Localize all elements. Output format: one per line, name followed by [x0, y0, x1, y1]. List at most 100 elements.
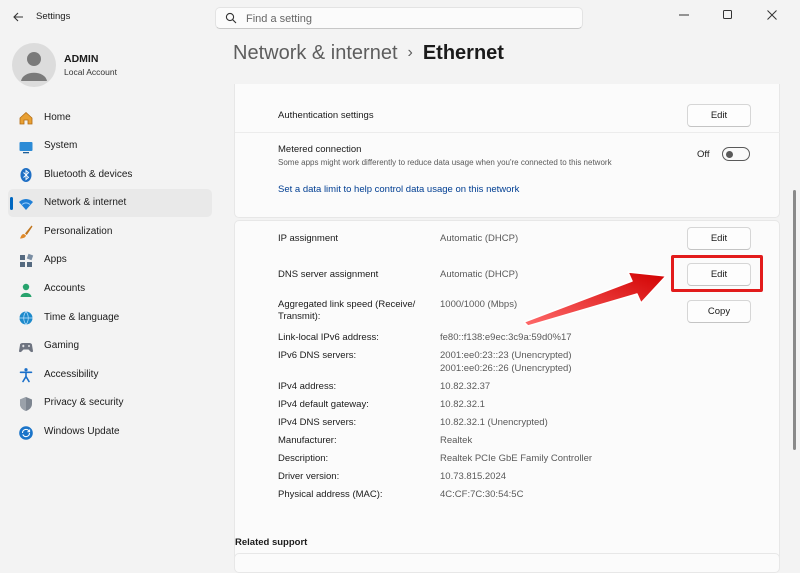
driver-version-label: Driver version:	[278, 471, 340, 482]
bluetooth-icon	[20, 168, 32, 183]
authentication-settings-label: Authentication settings	[278, 110, 374, 121]
mac-address-value: 4C:CF:7C:30:54:5C	[440, 489, 524, 500]
ipv6-dns-value: 2001:ee0:23::23 (Unencrypted)	[440, 350, 572, 361]
search-icon	[225, 12, 237, 24]
minimize-button[interactable]	[662, 2, 706, 28]
sidebar-item-label: Network & internet	[44, 197, 127, 209]
sidebar-item-home[interactable]: Home	[8, 103, 212, 132]
sidebar-item-time-language[interactable]: Time & language	[8, 303, 212, 332]
search-box[interactable]	[215, 7, 583, 29]
shield-icon	[20, 396, 32, 411]
sidebar-item-label: Home	[44, 111, 71, 123]
breadcrumb: Network & internet › Ethernet	[233, 42, 504, 65]
sidebar-item-windows-update[interactable]: Windows Update	[8, 418, 212, 447]
dns-assignment-label: DNS server assignment	[278, 269, 379, 280]
gateway-value: 10.82.32.1	[440, 399, 485, 410]
maximize-button[interactable]	[706, 2, 750, 28]
sidebar-nav: Home System Bluetooth & devices Network …	[8, 103, 214, 446]
ipv6-local-value: fe80::f138:e9ec:3c9a:59d0%17	[440, 332, 572, 343]
dns-assignment-value: Automatic (DHCP)	[440, 269, 519, 280]
sidebar-item-label: Accounts	[44, 283, 86, 295]
windows-update-icon	[19, 425, 33, 440]
driver-version-value: 10.73.815.2024	[440, 471, 507, 482]
connection-settings-card: Authentication settings Edit Metered con…	[234, 84, 780, 218]
sidebar-item-label: Bluetooth & devices	[44, 168, 133, 180]
app-title: Settings	[36, 11, 71, 22]
back-button[interactable]	[6, 6, 32, 28]
user-name: ADMIN	[64, 53, 99, 65]
sidebar-item-label: Apps	[44, 254, 67, 266]
scrollbar-thumb[interactable]	[793, 190, 796, 450]
back-arrow-icon	[13, 12, 23, 22]
manufacturer-label: Manufacturer:	[278, 435, 337, 446]
description-value: Realtek PCIe GbE Family Controller	[440, 453, 593, 464]
annotation-arrow-icon	[523, 271, 667, 327]
user-profile[interactable]: ADMIN Local Account	[12, 43, 212, 91]
system-icon	[19, 141, 33, 153]
gaming-icon	[19, 342, 33, 352]
brush-icon	[20, 225, 33, 239]
metered-toggle-state: Off	[697, 149, 710, 160]
search-input[interactable]	[244, 10, 568, 28]
sidebar-item-personalization[interactable]: Personalization	[8, 217, 212, 246]
close-icon	[767, 10, 777, 20]
sidebar-item-system[interactable]: System	[8, 132, 212, 161]
sidebar-item-label: Windows Update	[44, 426, 120, 438]
sidebar-item-gaming[interactable]: Gaming	[8, 332, 212, 361]
annotation-highlight-box	[671, 255, 763, 292]
sidebar-item-label: Gaming	[44, 340, 80, 352]
network-icon	[19, 198, 33, 210]
metered-connection-toggle[interactable]	[722, 147, 750, 161]
page-title: Ethernet	[422, 42, 504, 64]
link-speed-label: Aggregated link speed (Receive/	[278, 299, 416, 310]
sidebar-item-bluetooth[interactable]: Bluetooth & devices	[8, 160, 212, 189]
ipv4-address-value: 10.82.32.37	[440, 381, 491, 392]
user-avatar-icon	[21, 52, 47, 81]
manufacturer-value: Realtek	[440, 435, 473, 446]
breadcrumb-parent[interactable]: Network & internet	[233, 42, 398, 64]
data-limit-link[interactable]: Set a data limit to help control data us…	[278, 184, 519, 195]
title-bar: Settings	[0, 0, 800, 36]
sidebar-item-apps[interactable]: Apps	[8, 246, 212, 275]
apps-icon	[20, 253, 34, 267]
ipv6-local-label: Link-local IPv6 address:	[278, 332, 379, 343]
ipv4-address-label: IPv4 address:	[278, 381, 337, 392]
divider	[235, 132, 780, 133]
sidebar-item-accessibility[interactable]: Accessibility	[8, 360, 212, 389]
accessibility-icon	[19, 368, 33, 383]
sidebar-item-label: Privacy & security	[44, 397, 124, 409]
sidebar-item-accounts[interactable]: Accounts	[8, 275, 212, 304]
description-label: Description:	[278, 453, 329, 464]
ip-assignment-label: IP assignment	[278, 233, 339, 244]
avatar	[12, 43, 56, 87]
accounts-icon	[20, 283, 32, 297]
sidebar-item-label: System	[44, 140, 78, 152]
ip-assignment-value: Automatic (DHCP)	[440, 233, 519, 244]
sidebar-item-label: Accessibility	[44, 368, 99, 380]
sidebar-item-label: Personalization	[44, 225, 113, 237]
metered-connection-label: Metered connection	[278, 144, 362, 155]
related-support-card[interactable]	[234, 553, 780, 573]
breadcrumb-separator: ›	[407, 44, 413, 61]
related-support-heading: Related support	[235, 537, 308, 548]
account-type: Local Account	[64, 67, 117, 77]
time-language-icon	[19, 311, 33, 325]
close-button[interactable]	[750, 2, 794, 28]
settings-content: Authentication settings Edit Metered con…	[234, 84, 780, 567]
toggle-knob	[726, 150, 733, 158]
link-speed-value: 1000/1000 (Mbps)	[440, 299, 518, 310]
home-icon	[19, 111, 33, 125]
ip-assignment-edit-button[interactable]: Edit	[687, 227, 751, 250]
minimize-icon	[679, 14, 689, 16]
sidebar-item-privacy-security[interactable]: Privacy & security	[8, 389, 212, 418]
sidebar-item-network[interactable]: Network & internet	[8, 188, 212, 218]
ipv6-dns-value-2: 2001:ee0:26::26 (Unencrypted)	[440, 363, 572, 374]
sidebar-item-label: Time & language	[44, 311, 120, 323]
ipv4-dns-label: IPv4 DNS servers:	[278, 417, 357, 428]
copy-button[interactable]: Copy	[687, 300, 751, 323]
ipv6-dns-label: IPv6 DNS servers:	[278, 350, 357, 361]
authentication-edit-button[interactable]: Edit	[687, 104, 751, 127]
mac-address-label: Physical address (MAC):	[278, 489, 383, 500]
metered-connection-description: Some apps might work differently to redu…	[278, 158, 612, 167]
ipv4-dns-value: 10.82.32.1 (Unencrypted)	[440, 417, 548, 428]
